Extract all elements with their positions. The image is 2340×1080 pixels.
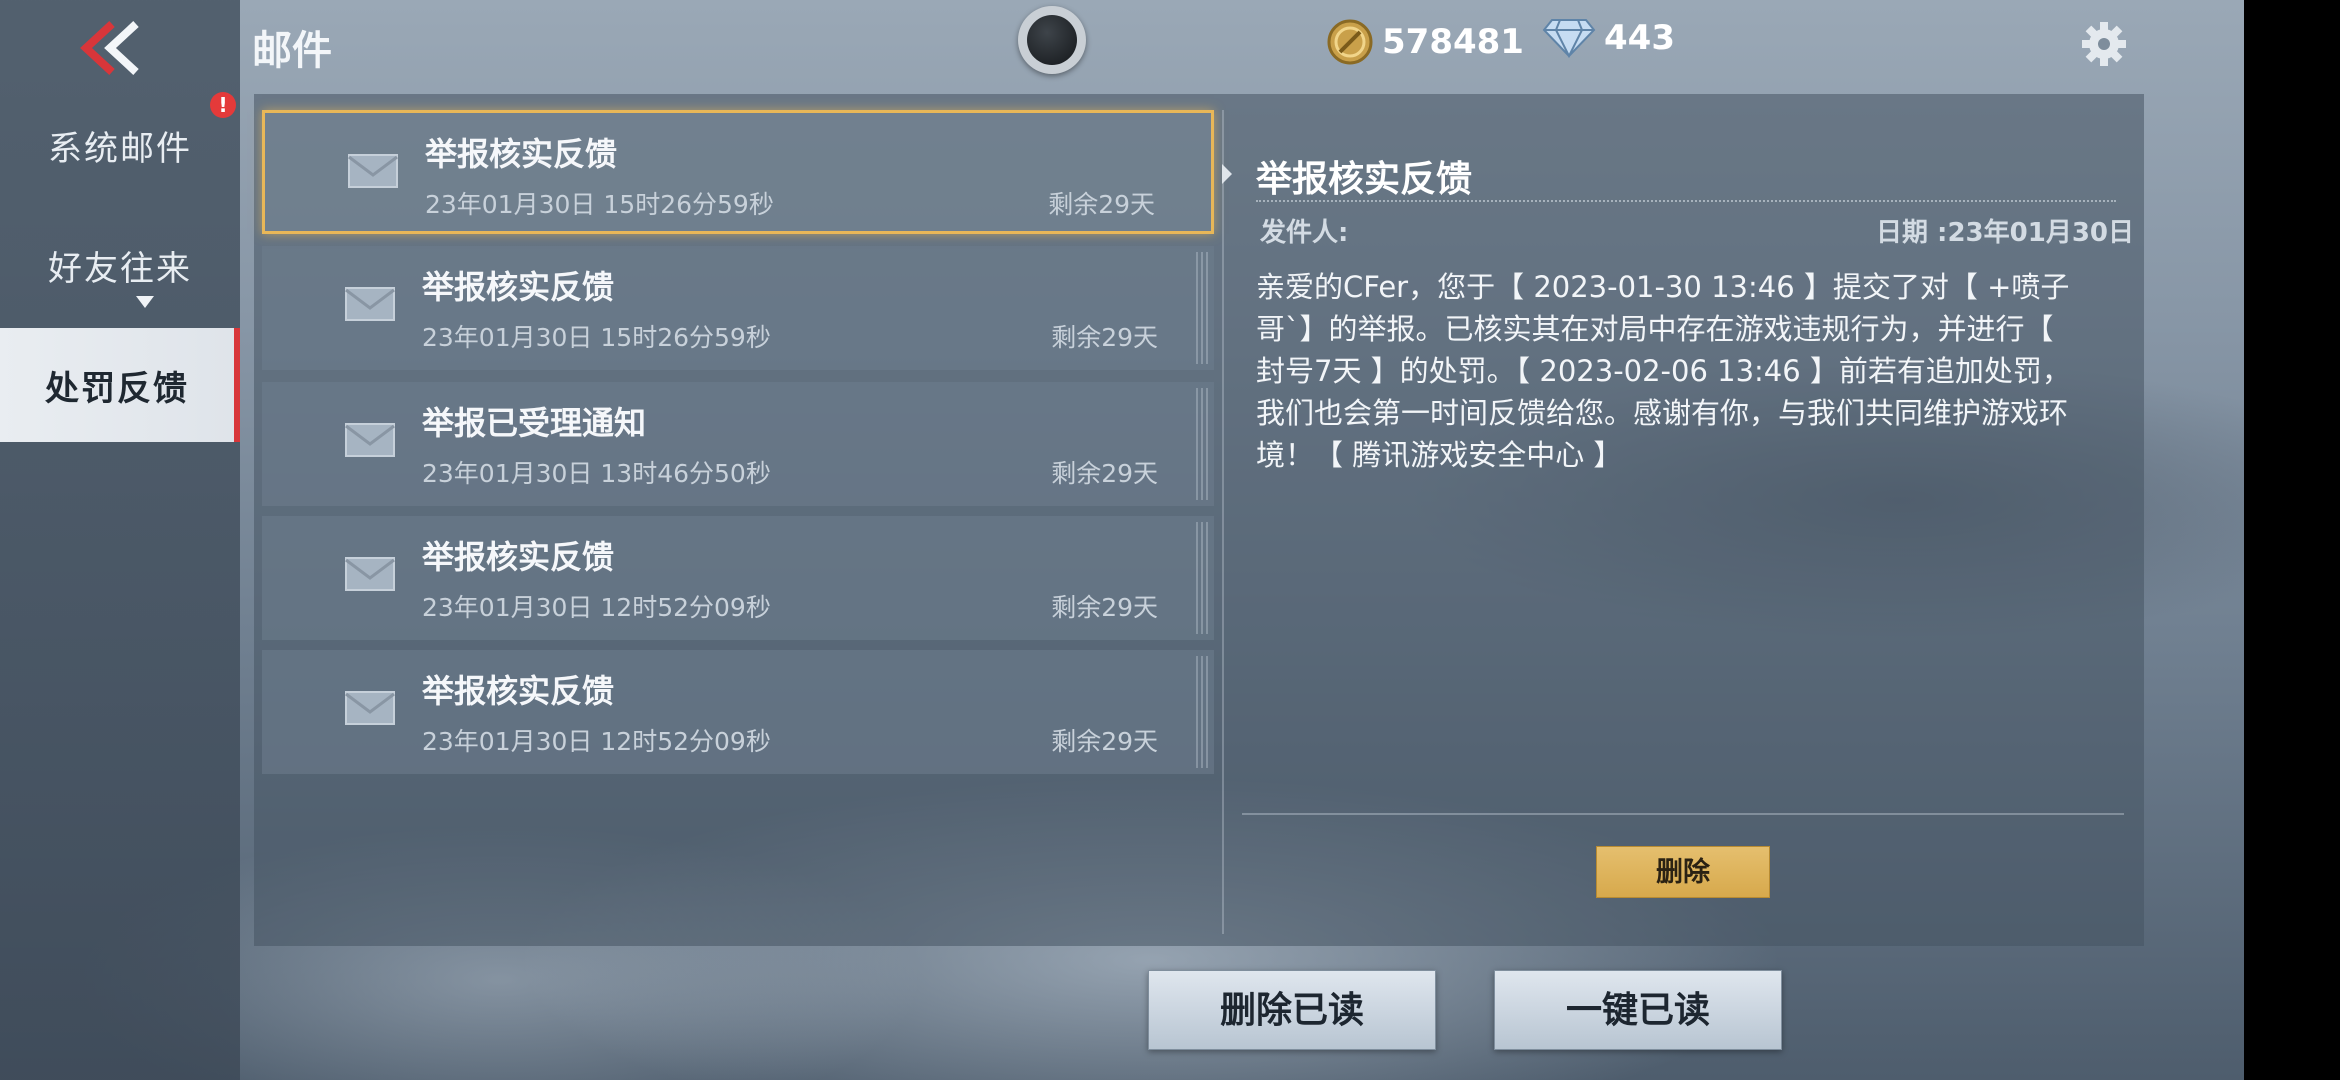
mail-title: 举报已受理通知 xyxy=(422,404,647,442)
envelope-icon xyxy=(345,691,395,725)
detail-sender: 发件人: xyxy=(1260,218,1349,248)
mail-date: 23年01月30日 12时52分09秒 xyxy=(422,727,771,756)
detail-date: 日期 :23年01月30日 xyxy=(1876,218,2134,248)
sidebar-item-label: 系统邮件 xyxy=(48,128,192,169)
body-line: 我们也会第一时间反馈给您。感谢有你，与我们共同维护游戏环 xyxy=(1256,396,2069,430)
envelope-icon xyxy=(348,154,398,188)
diamond-amount: 443 xyxy=(1604,18,1675,58)
mail-date: 23年01月30日 15时26分59秒 xyxy=(425,190,774,219)
envelope-icon xyxy=(345,423,395,457)
mail-remaining: 剩余29天 xyxy=(1048,190,1155,219)
body-line: 亲爱的CFer，您于【 2023-01-30 13:46 】提交了对【 +喷子 xyxy=(1256,270,2070,304)
mail-remaining: 剩余29天 xyxy=(1051,593,1158,622)
delete-button[interactable]: 删除 xyxy=(1596,846,1770,898)
mail-date: 23年01月30日 12时52分09秒 xyxy=(422,593,771,622)
detail-title: 举报核实反馈 xyxy=(1256,159,1473,200)
mail-item[interactable]: 举报核实反馈 23年01月30日 12时52分09秒 剩余29天 xyxy=(262,650,1214,774)
mail-remaining: 剩余29天 xyxy=(1051,727,1158,756)
sidebar-item-label: 好友往来 xyxy=(48,248,192,289)
right-black-bar xyxy=(2244,0,2340,1080)
item-edge-decoration xyxy=(1196,522,1210,634)
delete-read-button[interactable]: 删除已读 xyxy=(1148,970,1436,1050)
coin-amount: 578481 xyxy=(1382,22,1524,62)
mail-title: 举报核实反馈 xyxy=(422,672,615,710)
detail-body: 亲爱的CFer，您于【 2023-01-30 13:46 】提交了对【 +喷子 … xyxy=(1256,266,2116,476)
sidebar-item-system-mail[interactable]: 系统邮件 xyxy=(0,88,240,202)
mail-date: 23年01月30日 15时26分59秒 xyxy=(422,323,771,352)
camera-notch xyxy=(1018,6,1086,74)
body-line: 哥`】的举报。已核实其在对局中存在游戏违规行为，并进行【 xyxy=(1256,312,2054,346)
panel-divider xyxy=(1222,110,1224,934)
envelope-icon xyxy=(345,287,395,321)
expand-down-icon xyxy=(136,296,154,308)
item-edge-decoration xyxy=(1196,252,1210,364)
mail-title: 举报核实反馈 xyxy=(422,538,615,576)
detail-divider xyxy=(1256,200,2116,202)
item-edge-decoration xyxy=(1196,388,1210,500)
envelope-icon xyxy=(345,557,395,591)
diamond-icon xyxy=(1542,19,1596,58)
item-edge-decoration xyxy=(1196,656,1210,768)
mail-remaining: 剩余29天 xyxy=(1051,459,1158,488)
mail-item[interactable]: 举报已受理通知 23年01月30日 13时46分50秒 剩余29天 xyxy=(262,382,1214,506)
page-title: 邮件 xyxy=(252,28,332,74)
mail-date: 23年01月30日 13时46分50秒 xyxy=(422,459,771,488)
mail-item[interactable]: 举报核实反馈 23年01月30日 12时52分09秒 剩余29天 xyxy=(262,516,1214,640)
gold-coin-icon xyxy=(1327,19,1373,65)
sidebar-item-label: 处罚反馈 xyxy=(45,368,189,409)
notification-badge: ! xyxy=(210,92,236,118)
selection-pointer-icon xyxy=(1222,164,1232,184)
body-line: 境！【 腾讯游戏安全中心 】 xyxy=(1256,438,1623,472)
back-chevron-icon[interactable] xyxy=(72,18,152,78)
gear-icon[interactable] xyxy=(2080,20,2128,68)
sidebar-item-friends[interactable]: 好友往来 xyxy=(0,208,240,322)
coin-counter: 578481 xyxy=(1326,18,1524,66)
mail-title: 举报核实反馈 xyxy=(425,135,618,173)
mark-all-read-button[interactable]: 一键已读 xyxy=(1494,970,1782,1050)
mail-title: 举报核实反馈 xyxy=(422,268,615,306)
sidebar: 系统邮件 ! 好友往来 处罚反馈 xyxy=(0,0,240,1080)
detail-bottom-divider xyxy=(1242,813,2124,815)
mail-item[interactable]: 举报核实反馈 23年01月30日 15时26分59秒 剩余29天 xyxy=(262,246,1214,370)
mail-remaining: 剩余29天 xyxy=(1051,323,1158,352)
diamond-counter: 443 xyxy=(1542,18,1675,58)
body-line: 封号7天 】的处罚。【 2023-02-06 13:46 】前若有追加处罚， xyxy=(1256,354,2071,388)
mail-item-selected[interactable]: 举报核实反馈 23年01月30日 15时26分59秒 剩余29天 xyxy=(262,110,1214,234)
sidebar-item-penalty-feedback[interactable]: 处罚反馈 xyxy=(0,328,240,442)
